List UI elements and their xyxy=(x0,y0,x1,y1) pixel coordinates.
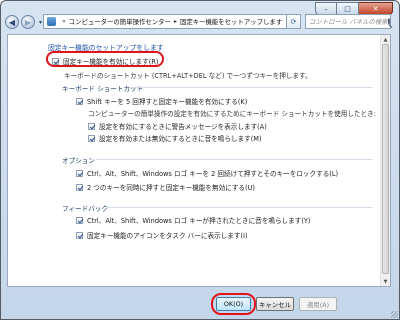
ok-button-highlight xyxy=(211,293,256,315)
shift-five-times-label[interactable]: Shift キーを 5 回押すと固定キー機能を有効にする(K) xyxy=(87,96,247,106)
lock-modifier-label[interactable]: Ctrl、Alt、Shift、Windows ロゴ キーを 2 回続けて押すとそ… xyxy=(87,168,338,178)
breadcrumb-separator-icon[interactable]: ▸ xyxy=(174,18,177,25)
dialog-footer: OK(O) キャンセル 適用(A) xyxy=(1,288,399,319)
back-button[interactable]: ◀ xyxy=(5,15,19,29)
enable-option-highlight xyxy=(46,51,164,67)
control-panel-window: – □ ✕ ◀ ▶ ▾ « コンピューターの簡単操作センター ▸ 固定キー機能を… xyxy=(0,0,400,320)
breadcrumb-overflow-icon[interactable]: « xyxy=(62,18,66,25)
two-keys-disable-checkbox[interactable] xyxy=(76,183,83,191)
lock-modifier-option[interactable]: Ctrl、Alt、Shift、Windows ロゴ キーを 2 回続けて押すとそ… xyxy=(76,168,338,178)
warning-message-option[interactable]: 設定を有効にするときに警告メッセージを表示します(A) xyxy=(88,121,267,131)
resize-grip-icon[interactable] xyxy=(391,311,398,318)
shortcut-note: コンピューターの簡単操作の設定を有効にするためにキーボード ショートカットを使用… xyxy=(88,110,376,118)
taskbar-icon-label[interactable]: 固定キー機能のアイコンをタスク バーに表示します(I) xyxy=(87,230,248,240)
recent-pages-dropdown-icon[interactable]: ▾ xyxy=(39,19,42,26)
two-keys-disable-label[interactable]: 2 つのキーを同時に押すと固定キー機能を無効にする(U) xyxy=(87,182,255,192)
sound-on-toggle-checkbox[interactable] xyxy=(88,134,95,142)
search-input[interactable]: コントロール パネルの検索 xyxy=(309,17,388,26)
forward-button[interactable]: ▶ xyxy=(21,15,35,29)
scroll-up-icon[interactable]: ▲ xyxy=(381,35,390,44)
breadcrumb-sticky-keys[interactable]: 固定キー機能をセットアップします xyxy=(180,17,282,26)
group-feedback-heading: フィードバック xyxy=(62,205,109,213)
search-box[interactable]: コントロール パネルの検索 xyxy=(305,14,391,29)
search-icon[interactable] xyxy=(387,18,390,25)
group-options-heading: オプション xyxy=(62,157,95,165)
refresh-button[interactable]: ⟳ xyxy=(287,14,301,29)
warning-message-checkbox[interactable] xyxy=(88,122,95,130)
modifier-sound-option[interactable]: Ctrl、Alt、Shift、Windows ロゴ キーが押されたときに音を鳴ら… xyxy=(76,215,311,225)
forward-arrow-icon: ▶ xyxy=(24,17,32,27)
group-divider xyxy=(130,87,372,88)
group-divider xyxy=(96,159,372,160)
settings-content-pane: 固定キー機能のセットアップをします 固定キー機能を有効にします(R) キーボード… xyxy=(7,34,391,287)
group-keyboard-shortcut-heading: キーボード ショートカット xyxy=(62,85,144,93)
enable-note: キーボードのショートカット (CTRL+ALT+DEL など) で一つずつキーを… xyxy=(64,72,312,80)
breadcrumb-ease-of-access-center[interactable]: コンピューターの簡単操作センター xyxy=(69,17,171,26)
navigation-bar: ◀ ▶ ▾ « コンピューターの簡単操作センター ▸ 固定キー機能をセットアップ… xyxy=(5,13,395,31)
modifier-sound-label[interactable]: Ctrl、Alt、Shift、Windows ロゴ キーが押されたときに音を鳴ら… xyxy=(87,215,311,225)
taskbar-icon-option[interactable]: 固定キー機能のアイコンをタスク バーに表示します(I) xyxy=(76,230,248,240)
taskbar-icon-checkbox[interactable] xyxy=(76,231,83,239)
cancel-button[interactable]: キャンセル xyxy=(256,297,294,311)
refresh-icon: ⟳ xyxy=(290,17,297,26)
warning-message-label[interactable]: 設定を有効にするときに警告メッセージを表示します(A) xyxy=(99,121,267,131)
control-panel-icon xyxy=(47,17,56,26)
modifier-sound-checkbox[interactable] xyxy=(76,216,83,224)
group-divider xyxy=(106,207,372,208)
apply-button: 適用(A) xyxy=(299,297,337,311)
shift-five-times-checkbox[interactable] xyxy=(76,97,83,105)
sound-on-toggle-option[interactable]: 設定を有効または無効にするときに音を鳴らします(M) xyxy=(88,133,262,143)
vertical-scrollbar[interactable]: ▲ ▼ xyxy=(380,35,390,286)
scrollbar-thumb[interactable] xyxy=(382,44,389,274)
address-bar[interactable]: « コンピューターの簡単操作センター ▸ 固定キー機能をセットアップします xyxy=(43,14,287,29)
scroll-down-icon[interactable]: ▼ xyxy=(381,277,390,286)
back-arrow-icon: ◀ xyxy=(8,17,16,27)
sound-on-toggle-label[interactable]: 設定を有効または無効にするときに音を鳴らします(M) xyxy=(99,133,262,143)
lock-modifier-checkbox[interactable] xyxy=(76,169,83,177)
two-keys-disable-option[interactable]: 2 つのキーを同時に押すと固定キー機能を無効にする(U) xyxy=(76,182,255,192)
shift-five-times-option[interactable]: Shift キーを 5 回押すと固定キー機能を有効にする(K) xyxy=(76,96,247,106)
